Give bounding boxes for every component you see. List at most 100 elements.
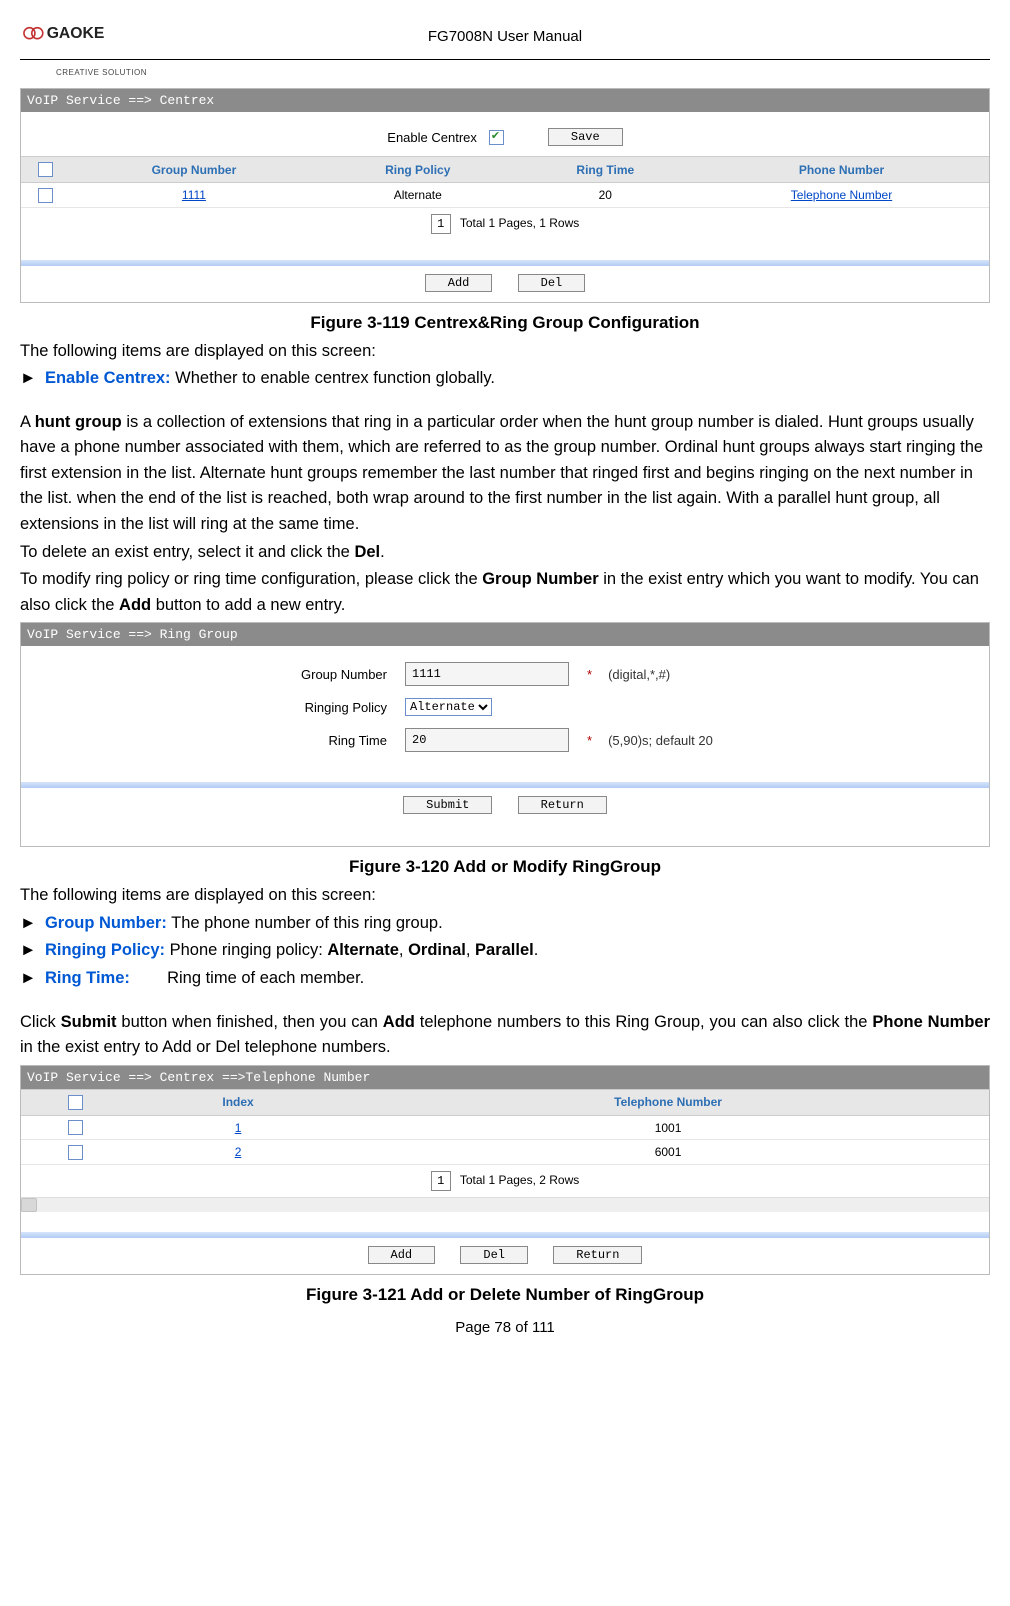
pager: 1 Total 1 Pages, 2 Rows <box>21 1165 989 1197</box>
text-fragment: To modify ring policy or ring time confi… <box>20 570 482 588</box>
term-hunt-group: hunt group <box>35 413 122 431</box>
text-block-2: The following items are displayed on thi… <box>20 883 990 1060</box>
label-ringing-policy: Ringing Policy <box>27 700 393 715</box>
figure-caption-120: Figure 3-120 Add or Modify RingGroup <box>20 857 990 877</box>
required-icon: * <box>587 733 592 748</box>
term-enable-centrex: Enable Centrex: <box>45 369 171 387</box>
col-index: Index <box>129 1089 347 1115</box>
label-group-number: Group Number <box>27 667 393 682</box>
index-link[interactable]: 2 <box>235 1145 242 1159</box>
desc-enable-centrex: Whether to enable centrex function globa… <box>175 369 495 387</box>
logo-icon: GAOKE <box>20 20 130 53</box>
del-button[interactable]: Del <box>518 274 586 292</box>
group-number-link[interactable]: 1111 <box>182 188 206 202</box>
text-fragment: Click <box>20 1013 61 1031</box>
doc-title: FG7008N User Manual <box>130 28 880 45</box>
screenshot-centrex: VoIP Service ==> Centrex Enable Centrex … <box>20 88 990 303</box>
text-fragment: . <box>534 941 539 959</box>
bullet-icon: ► <box>20 914 36 932</box>
submit-button[interactable]: Submit <box>403 796 492 814</box>
desc-group-number: The phone number of this ring group. <box>171 914 443 932</box>
table-row: 1111 Alternate 20 Telephone Number <box>21 183 989 207</box>
ring-time-input[interactable] <box>405 728 569 752</box>
scrollbar-thumb[interactable] <box>21 1198 37 1212</box>
col-telephone: Telephone Number <box>347 1089 989 1115</box>
term-group-number: Group Number <box>482 570 598 588</box>
telephone-table: Index Telephone Number 1 1001 2 6001 <box>21 1089 989 1165</box>
pager-page[interactable]: 1 <box>431 1171 451 1191</box>
figure-caption-121: Figure 3-121 Add or Delete Number of Rin… <box>20 1285 990 1305</box>
row-checkbox[interactable] <box>68 1120 83 1135</box>
cell-ring-policy: Alternate <box>319 183 517 207</box>
logo-block: GAOKE <box>20 20 130 53</box>
text-fragment: button when finished, then you can <box>117 1013 383 1031</box>
bullet-icon: ► <box>20 941 36 959</box>
panel-titlebar: VoIP Service ==> Ring Group <box>21 623 989 646</box>
select-all-checkbox[interactable] <box>68 1095 83 1110</box>
brand-tagline: CREATIVE SOLUTION <box>56 68 147 77</box>
bullet-icon: ► <box>20 969 36 987</box>
ring-group-table: Group Number Ring Policy Ring Time Phone… <box>21 156 989 208</box>
text-block-1: The following items are displayed on thi… <box>20 339 990 619</box>
text-fragment: telephone numbers to this Ring Group, yo… <box>415 1013 873 1031</box>
required-icon: * <box>587 667 592 682</box>
intro-line: The following items are displayed on thi… <box>20 883 990 909</box>
index-link[interactable]: 1 <box>235 1121 242 1135</box>
group-number-input[interactable] <box>405 662 569 686</box>
table-row: 2 6001 <box>21 1140 989 1164</box>
col-group-number: Group Number <box>69 157 319 183</box>
col-ring-policy: Ring Policy <box>319 157 517 183</box>
svg-text:GAOKE: GAOKE <box>47 25 105 42</box>
row-checkbox[interactable] <box>68 1145 83 1160</box>
intro-line: The following items are displayed on thi… <box>20 339 990 365</box>
row-checkbox[interactable] <box>38 188 53 203</box>
term-phone-number: Phone Number <box>872 1013 990 1031</box>
pager: 1 Total 1 Pages, 1 Rows <box>21 208 989 240</box>
panel-titlebar: VoIP Service ==> Centrex <box>21 89 989 112</box>
figure-caption-119: Figure 3-119 Centrex&Ring Group Configur… <box>20 313 990 333</box>
horizontal-scrollbar[interactable] <box>21 1197 989 1212</box>
add-button[interactable]: Add <box>425 274 493 292</box>
text-fragment: A <box>20 413 35 431</box>
cell-ring-time: 20 <box>517 183 694 207</box>
cell-telephone: 6001 <box>347 1140 989 1164</box>
enable-centrex-checkbox[interactable] <box>489 130 504 145</box>
pager-page[interactable]: 1 <box>431 214 451 234</box>
screenshot-telephone-number: VoIP Service ==> Centrex ==>Telephone Nu… <box>20 1065 990 1275</box>
panel-titlebar: VoIP Service ==> Centrex ==>Telephone Nu… <box>21 1066 989 1089</box>
text-fragment: button to add a new entry. <box>151 596 345 614</box>
text-fragment: , <box>399 941 408 959</box>
select-all-checkbox[interactable] <box>38 162 53 177</box>
policy-ordinal: Ordinal <box>408 941 466 959</box>
term-submit: Submit <box>61 1013 117 1031</box>
text-fragment: . <box>380 543 385 561</box>
text-fragment: Phone ringing policy: <box>170 941 328 959</box>
policy-parallel: Parallel <box>475 941 534 959</box>
hint-group-number: (digital,*,#) <box>608 667 670 682</box>
col-phone-number: Phone Number <box>694 157 989 183</box>
pager-text: Total 1 Pages, 2 Rows <box>460 1173 579 1187</box>
text-fragment: To delete an exist entry, select it and … <box>20 543 354 561</box>
term-add: Add <box>383 1013 415 1031</box>
page-footer: Page 78 of 111 <box>20 1319 990 1336</box>
save-button[interactable]: Save <box>548 128 623 146</box>
phone-number-link[interactable]: Telephone Number <box>791 188 892 202</box>
pager-text: Total 1 Pages, 1 Rows <box>460 216 579 230</box>
del-button[interactable]: Del <box>460 1246 528 1264</box>
policy-alternate: Alternate <box>327 941 399 959</box>
add-button[interactable]: Add <box>368 1246 436 1264</box>
term-ring-time: Ring Time: <box>45 969 130 987</box>
return-button[interactable]: Return <box>553 1246 642 1264</box>
bullet-icon: ► <box>20 369 36 387</box>
desc-ring-time: Ring time of each member. <box>167 969 364 987</box>
term-ringing-policy: Ringing Policy: <box>45 941 165 959</box>
text-fragment: is a collection of extensions that ring … <box>20 413 983 533</box>
table-row: 1 1001 <box>21 1115 989 1139</box>
enable-centrex-label: Enable Centrex <box>387 130 477 145</box>
term-group-number: Group Number: <box>45 914 167 932</box>
ringing-policy-select[interactable]: Alternate <box>405 698 492 716</box>
return-button[interactable]: Return <box>518 796 607 814</box>
hint-ring-time: (5,90)s; default 20 <box>608 733 713 748</box>
text-fragment: in the exist entry to Add or Del telepho… <box>20 1038 391 1056</box>
label-ring-time: Ring Time <box>27 733 393 748</box>
